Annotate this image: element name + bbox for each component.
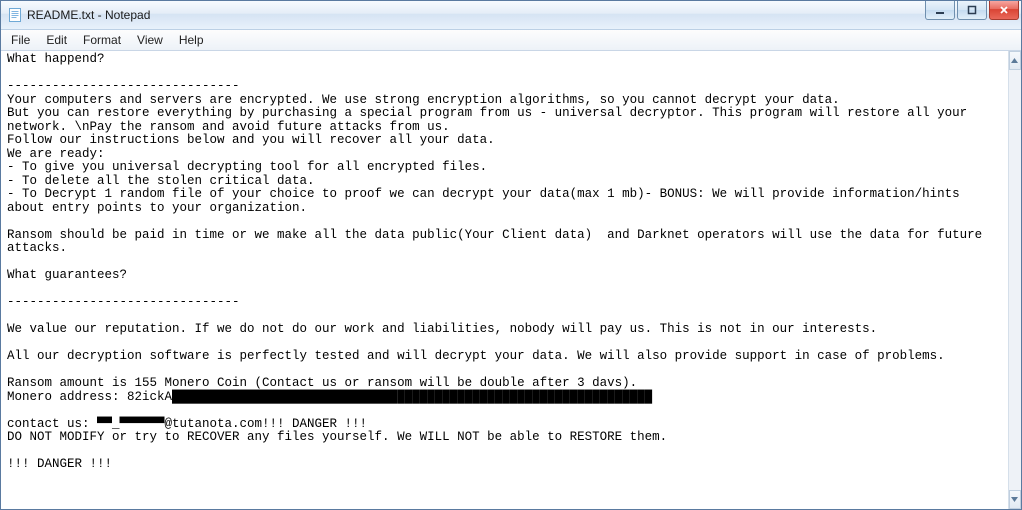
scroll-track[interactable] xyxy=(1009,70,1021,490)
window-controls xyxy=(923,1,1021,29)
window-title: README.txt - Notepad xyxy=(27,8,150,22)
menu-help[interactable]: Help xyxy=(171,31,212,49)
menu-edit[interactable]: Edit xyxy=(38,31,75,49)
menu-view[interactable]: View xyxy=(129,31,171,49)
menubar: File Edit Format View Help xyxy=(1,30,1021,51)
maximize-button[interactable] xyxy=(957,1,987,20)
notepad-icon xyxy=(7,7,23,23)
titlebar[interactable]: README.txt - Notepad xyxy=(1,1,1021,30)
scroll-up-button[interactable] xyxy=(1009,51,1021,70)
notepad-window: README.txt - Notepad File Edit Format Vi… xyxy=(0,0,1022,510)
document-body[interactable]: What happend? --------------------------… xyxy=(1,51,1008,509)
close-button[interactable] xyxy=(989,1,1019,20)
scroll-down-button[interactable] xyxy=(1009,490,1021,509)
content-area: What happend? --------------------------… xyxy=(1,51,1021,509)
minimize-button[interactable] xyxy=(925,1,955,20)
menu-format[interactable]: Format xyxy=(75,31,129,49)
menu-file[interactable]: File xyxy=(3,31,38,49)
vertical-scrollbar[interactable] xyxy=(1008,51,1021,509)
